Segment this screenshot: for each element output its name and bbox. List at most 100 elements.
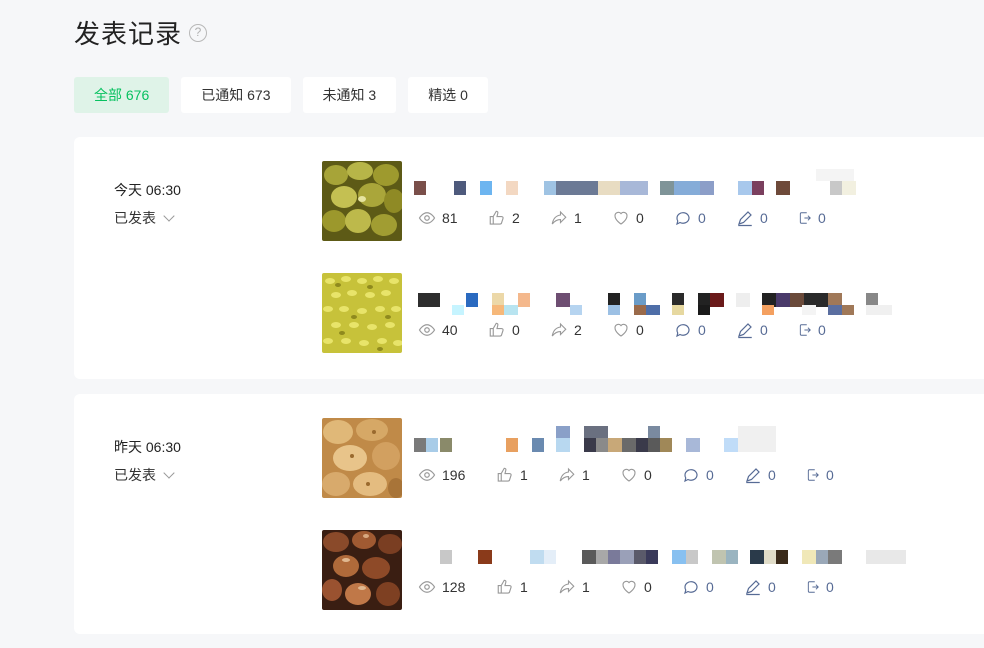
stat-count: 1: [520, 579, 528, 595]
redacted-pixel-block: [620, 181, 648, 195]
redacted-pixel-block: [608, 550, 620, 564]
comment-icon: [684, 581, 698, 595]
publish-date: 今天 06:30: [114, 182, 181, 198]
redacted-pixel-block: [418, 293, 440, 307]
post-stats: 128 1 1 0 0 0 0: [418, 578, 846, 596]
thumbnail-image: [322, 530, 402, 610]
stat-count: 196: [442, 467, 466, 483]
comment-icon: [676, 212, 690, 226]
thumbnail-image: [322, 418, 402, 498]
post-thumbnail[interactable]: [322, 530, 402, 610]
stat-count: 1: [582, 467, 590, 483]
edit-stat[interactable]: 0: [744, 466, 806, 484]
redacted-pixel-block: [828, 305, 842, 315]
post-thumbnail[interactable]: [322, 273, 402, 353]
stat-count: 0: [818, 322, 826, 338]
shares-stat: 1: [550, 209, 612, 227]
status-dropdown[interactable]: 已发表: [114, 465, 181, 485]
edit-stat[interactable]: 0: [736, 321, 798, 339]
eye-icon: [418, 581, 436, 593]
stat-count: 0: [698, 210, 706, 226]
redacted-pixel-block: [816, 550, 828, 564]
stat-count: 0: [826, 579, 834, 595]
redacted-pixel-block: [440, 438, 452, 452]
redacted-pixel-block: [660, 181, 674, 195]
status-label: 已发表: [114, 210, 156, 226]
forward-stat[interactable]: 0: [798, 321, 838, 339]
tab-not-notified[interactable]: 未通知 3: [302, 77, 397, 113]
redacted-pixel-block: [544, 181, 556, 195]
redacted-pixel-block: [828, 550, 842, 564]
forward-stat[interactable]: 0: [798, 209, 838, 227]
share-icon: [551, 210, 567, 225]
share-icon: [551, 322, 567, 337]
stat-count: 0: [760, 322, 768, 338]
edit-stat[interactable]: 0: [744, 578, 806, 596]
redacted-pixel-block: [686, 550, 698, 564]
redacted-pixel-block: [518, 293, 530, 307]
filter-tabs: 全部 676 已通知 673 未通知 3 精选 0: [74, 77, 500, 113]
redacted-pixel-block: [530, 550, 544, 564]
redacted-pixel-block: [634, 305, 646, 315]
stat-count: 128: [442, 579, 466, 595]
page-title: 发表记录: [74, 19, 183, 49]
comments-stat[interactable]: 0: [682, 578, 744, 596]
post-stats: 40 0 2 0 0 0 0: [418, 321, 838, 339]
redacted-pixel-block: [866, 550, 906, 564]
comments-stat[interactable]: 0: [674, 209, 736, 227]
heart-icon: [622, 580, 636, 594]
redacted-pixel-block: [710, 293, 724, 307]
post-thumbnail[interactable]: [322, 161, 402, 241]
stat-count: 0: [706, 579, 714, 595]
tab-notified[interactable]: 已通知 673: [181, 77, 291, 113]
favorites-stat: 0: [620, 578, 682, 596]
views-stat: 128: [418, 578, 496, 596]
redacted-pixel-block: [764, 550, 776, 564]
heart-icon: [614, 211, 628, 225]
stat-count: 0: [826, 467, 834, 483]
redacted-pixel-block: [646, 550, 658, 564]
stat-count: 81: [442, 210, 458, 226]
date-block: 今天 06:30 已发表: [114, 180, 181, 228]
stat-count: 0: [636, 210, 644, 226]
status-dropdown[interactable]: 已发表: [114, 208, 181, 228]
redacted-pixel-block: [636, 438, 648, 452]
stat-count: 1: [574, 210, 582, 226]
post-thumbnail[interactable]: [322, 418, 402, 498]
redacted-pixel-block: [674, 181, 700, 195]
tab-featured[interactable]: 精选 0: [408, 77, 488, 113]
comments-stat[interactable]: 0: [674, 321, 736, 339]
redacted-pixel-block: [842, 305, 854, 315]
status-label: 已发表: [114, 467, 156, 483]
redacted-pixel-block: [830, 181, 842, 195]
comments-stat[interactable]: 0: [682, 466, 744, 484]
forward-stat[interactable]: 0: [806, 466, 846, 484]
redacted-pixel-block: [776, 181, 790, 195]
redacted-pixel-block: [478, 550, 492, 564]
comment-icon: [684, 469, 698, 483]
redacted-pixel-block: [762, 305, 774, 315]
tab-all[interactable]: 全部 676: [74, 77, 170, 113]
stat-count: 1: [582, 579, 590, 595]
redacted-pixel-block: [634, 550, 646, 564]
forward-icon: [807, 469, 819, 481]
redacted-pixel-block: [866, 305, 892, 315]
redacted-pixel-block: [802, 550, 816, 564]
share-icon: [559, 579, 575, 594]
redacted-pixel-block: [556, 426, 570, 438]
eye-icon: [418, 212, 436, 224]
post-title-redacted: [414, 426, 864, 452]
forward-stat[interactable]: 0: [806, 578, 846, 596]
stat-count: 0: [768, 579, 776, 595]
chevron-down-icon: [163, 466, 175, 479]
redacted-pixel-block: [584, 426, 608, 438]
thumbs-up-icon: [497, 579, 512, 594]
redacted-pixel-block: [506, 438, 518, 452]
help-icon[interactable]: ?: [189, 23, 208, 42]
redacted-pixel-block: [544, 550, 556, 564]
likes-stat: 0: [488, 321, 550, 339]
redacted-pixel-block: [620, 550, 634, 564]
favorites-stat: 0: [612, 321, 674, 339]
post-stats: 81 2 1 0 0 0 0: [418, 209, 838, 227]
edit-stat[interactable]: 0: [736, 209, 798, 227]
